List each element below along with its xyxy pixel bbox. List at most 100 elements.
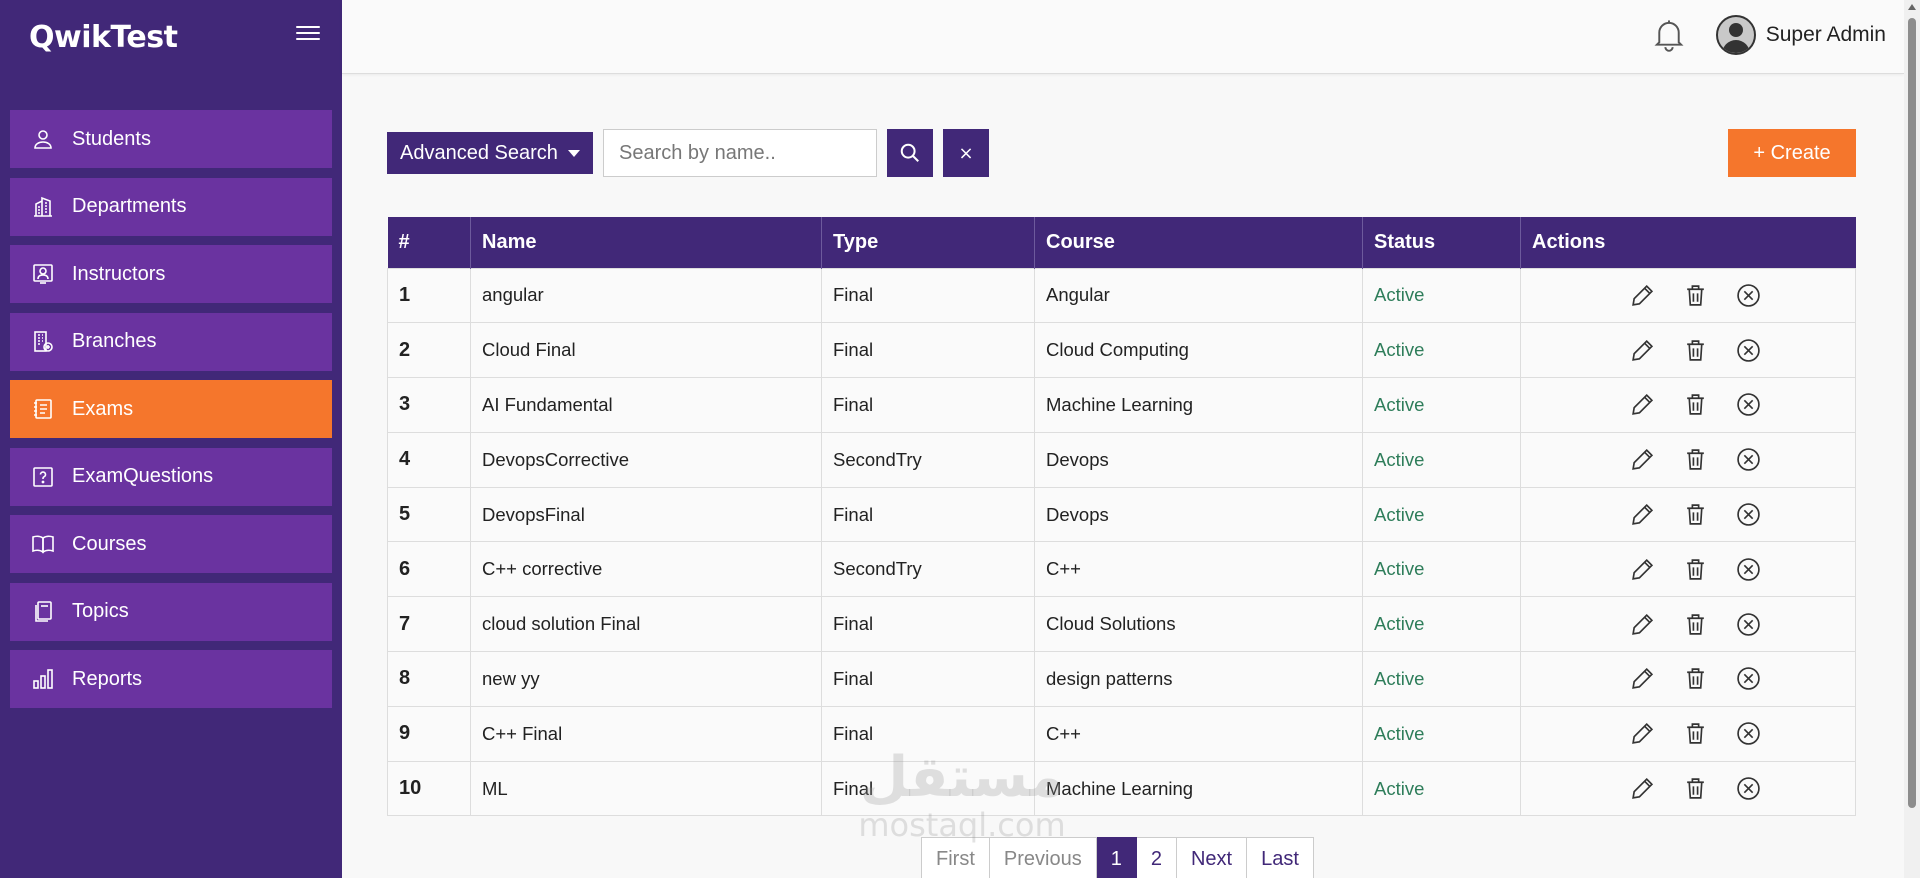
deactivate-circle-x-icon[interactable] <box>1736 283 1761 308</box>
sidebar-item-label: ExamQuestions <box>72 465 214 487</box>
cell-course: C++ <box>1034 541 1363 598</box>
create-button[interactable]: + Create <box>1728 129 1856 177</box>
delete-trash-icon[interactable] <box>1683 666 1708 691</box>
column-header-name[interactable]: Name <box>470 217 822 268</box>
user-name: Super Admin <box>1765 23 1886 46</box>
delete-trash-icon[interactable] <box>1683 447 1708 472</box>
cell-course: Cloud Computing <box>1034 322 1363 379</box>
pagination-first[interactable]: First <box>921 837 990 878</box>
cell-type: Final <box>821 377 1035 433</box>
delete-trash-icon[interactable] <box>1683 283 1708 308</box>
status-badge: Active <box>1362 322 1521 379</box>
search-button[interactable] <box>887 129 933 177</box>
column-header-status[interactable]: Status <box>1362 217 1521 268</box>
edit-pencil-icon[interactable] <box>1630 776 1655 801</box>
user-menu[interactable]: Super Admin <box>1715 15 1886 55</box>
status-badge: Active <box>1362 377 1521 433</box>
page-scrollbar[interactable] <box>1904 0 1920 878</box>
edit-pencil-icon[interactable] <box>1630 392 1655 417</box>
cell-type: Final <box>821 596 1035 653</box>
edit-pencil-icon[interactable] <box>1630 447 1655 472</box>
pagination-next[interactable]: Next <box>1176 837 1248 878</box>
scroll-up-arrow-icon[interactable] <box>1908 4 1916 10</box>
deactivate-circle-x-icon[interactable] <box>1736 447 1761 472</box>
cell-type: Final <box>821 267 1035 324</box>
sidebar-nav: Students Departments Instructors Branche… <box>10 110 332 718</box>
edit-pencil-icon[interactable] <box>1630 502 1655 527</box>
edit-pencil-icon[interactable] <box>1630 721 1655 746</box>
toolbar: Advanced Search × + Create <box>387 128 1856 178</box>
status-badge: Active <box>1362 705 1521 762</box>
status-badge: Active <box>1362 651 1521 707</box>
delete-trash-icon[interactable] <box>1683 776 1708 801</box>
cell-number: 9 <box>387 705 471 762</box>
sidebar-item-courses[interactable]: Courses <box>10 515 332 573</box>
hamburger-menu-icon[interactable] <box>296 22 320 44</box>
cell-number: 4 <box>387 431 471 488</box>
sidebar-item-branches[interactable]: Branches <box>10 312 332 371</box>
cell-actions <box>1520 651 1856 707</box>
cell-course: Cloud Solutions <box>1034 596 1363 653</box>
delete-trash-icon[interactable] <box>1683 338 1708 363</box>
cell-course: Angular <box>1034 267 1363 324</box>
sidebar-item-departments[interactable]: Departments <box>10 177 332 236</box>
cell-type: SecondTry <box>821 431 1035 488</box>
deactivate-circle-x-icon[interactable] <box>1736 612 1761 637</box>
cell-number: 3 <box>387 377 471 433</box>
edit-pencil-icon[interactable] <box>1630 283 1655 308</box>
search-input[interactable] <box>603 129 877 177</box>
delete-trash-icon[interactable] <box>1683 392 1708 417</box>
deactivate-circle-x-icon[interactable] <box>1736 502 1761 527</box>
sidebar-item-instructors[interactable]: Instructors <box>10 245 332 303</box>
cell-course: Devops <box>1034 431 1363 488</box>
cell-type: Final <box>821 322 1035 379</box>
edit-pencil-icon[interactable] <box>1630 557 1655 582</box>
pagination-page-2[interactable]: 2 <box>1136 837 1177 878</box>
status-badge: Active <box>1362 541 1521 598</box>
column-header-actions: Actions <box>1520 217 1856 268</box>
pagination-previous[interactable]: Previous <box>989 837 1097 878</box>
sidebar-item-exams[interactable]: Exams <box>10 380 332 438</box>
avatar <box>1715 15 1756 55</box>
cell-actions <box>1520 541 1856 598</box>
delete-trash-icon[interactable] <box>1683 502 1708 527</box>
edit-pencil-icon[interactable] <box>1630 612 1655 637</box>
advanced-search-dropdown[interactable]: Advanced Search <box>387 132 593 174</box>
delete-trash-icon[interactable] <box>1683 557 1708 582</box>
table-row: 8 new yy Final design patterns Active <box>387 651 1856 707</box>
edit-pencil-icon[interactable] <box>1630 666 1655 691</box>
sidebar-item-examquestions[interactable]: ExamQuestions <box>10 447 332 506</box>
cell-name: angular <box>470 267 822 324</box>
delete-trash-icon[interactable] <box>1683 721 1708 746</box>
deactivate-circle-x-icon[interactable] <box>1736 557 1761 582</box>
deactivate-circle-x-icon[interactable] <box>1736 776 1761 801</box>
status-badge: Active <box>1362 267 1521 324</box>
sidebar-item-label: Students <box>72 127 151 150</box>
cell-name: AI Fundamental <box>470 377 822 433</box>
table-header-row: # Name Type Course Status Actions <box>387 217 1856 268</box>
pagination-page-1[interactable]: 1 <box>1096 837 1137 878</box>
clear-search-button[interactable]: × <box>943 129 989 177</box>
column-header-number[interactable]: # <box>387 217 471 268</box>
building-icon <box>30 194 56 220</box>
cell-name: ML <box>470 760 822 817</box>
deactivate-circle-x-icon[interactable] <box>1736 666 1761 691</box>
sidebar-item-label: Topics <box>72 600 129 622</box>
cell-actions <box>1520 486 1856 543</box>
deactivate-circle-x-icon[interactable] <box>1736 338 1761 363</box>
brand-logo[interactable]: QwikTest <box>29 20 178 55</box>
delete-trash-icon[interactable] <box>1683 612 1708 637</box>
sidebar-item-topics[interactable]: Topics <box>10 582 332 641</box>
notification-bell-icon[interactable] <box>1654 18 1684 52</box>
column-header-course[interactable]: Course <box>1034 217 1363 268</box>
pagination-last[interactable]: Last <box>1247 837 1314 878</box>
cell-actions <box>1520 431 1856 488</box>
sidebar-item-students[interactable]: Students <box>10 110 332 168</box>
scrollbar-thumb[interactable] <box>1908 18 1916 808</box>
topics-icon <box>30 599 56 625</box>
sidebar-item-reports[interactable]: Reports <box>10 650 332 708</box>
column-header-type[interactable]: Type <box>821 217 1035 268</box>
deactivate-circle-x-icon[interactable] <box>1736 392 1761 417</box>
edit-pencil-icon[interactable] <box>1630 338 1655 363</box>
deactivate-circle-x-icon[interactable] <box>1736 721 1761 746</box>
